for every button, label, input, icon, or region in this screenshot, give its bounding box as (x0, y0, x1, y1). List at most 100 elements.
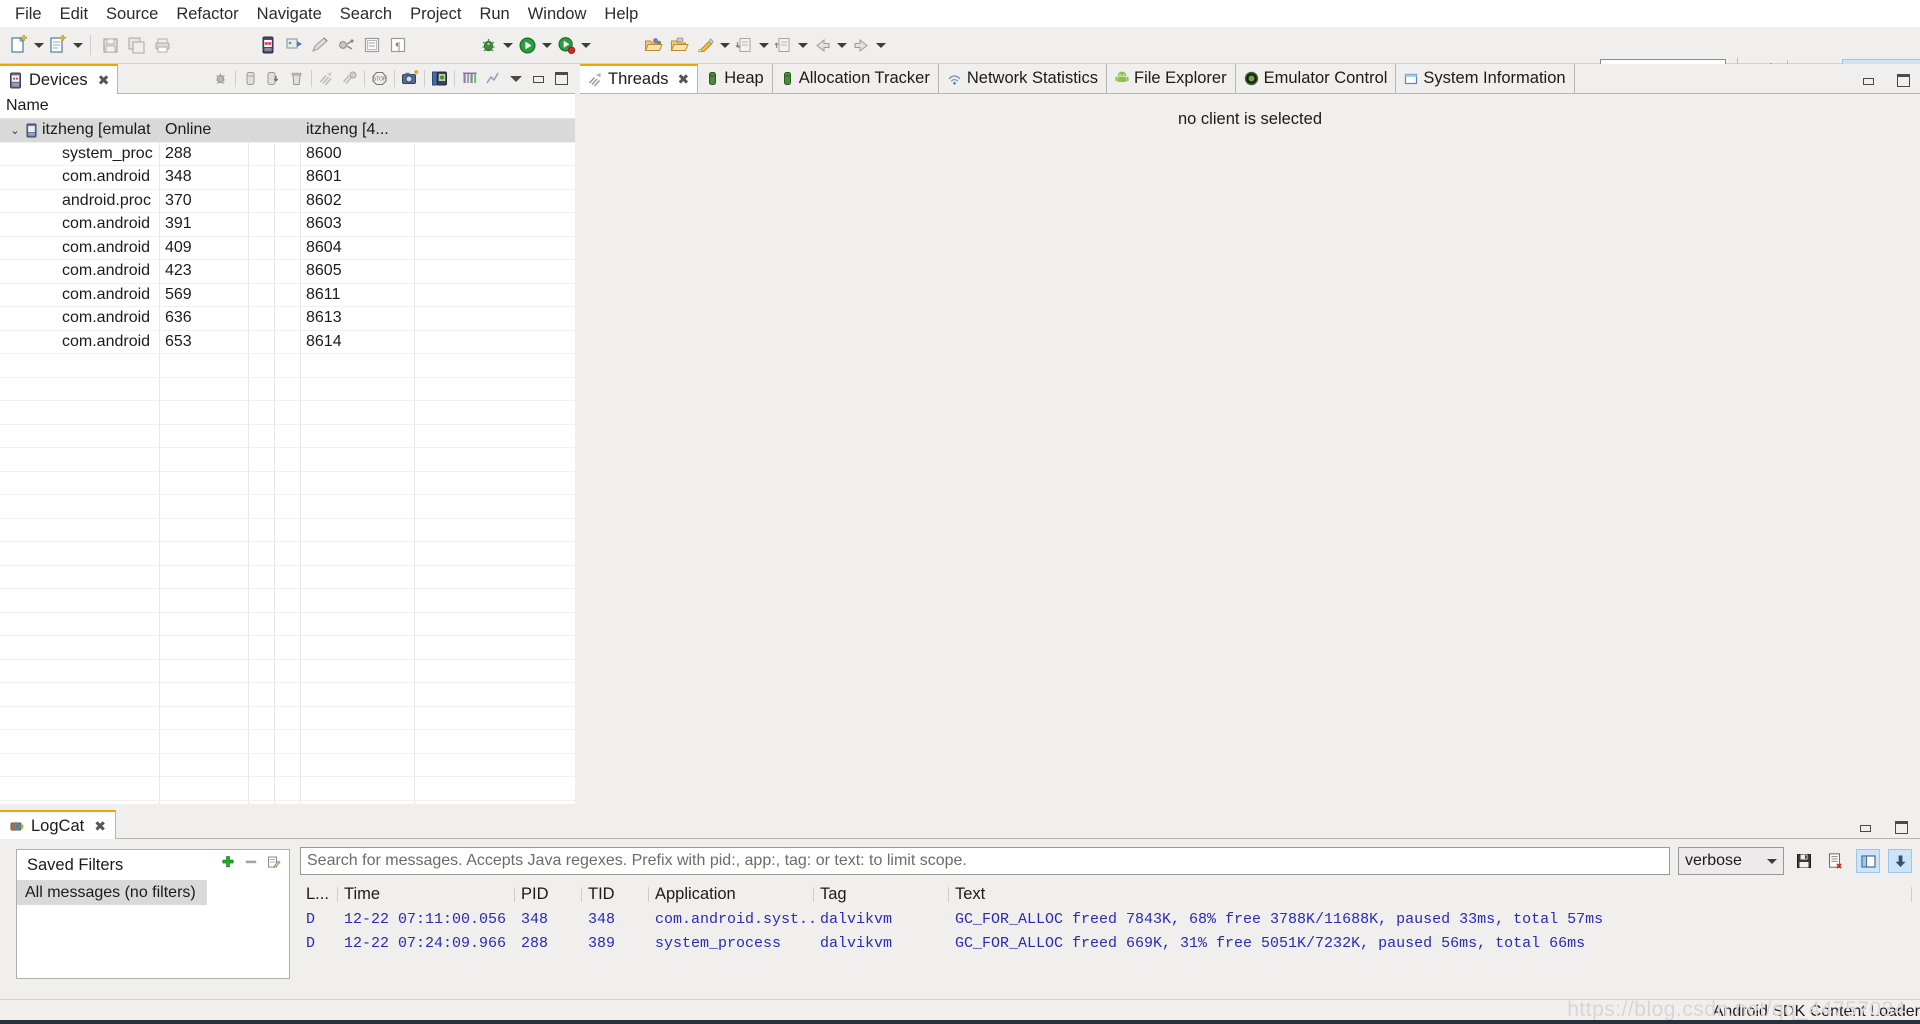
process-name: com.android (62, 238, 151, 256)
minimize-icon[interactable] (1855, 67, 1881, 93)
tab-system-information[interactable]: System Information (1396, 64, 1575, 93)
open-resource-icon[interactable] (666, 32, 692, 58)
screen-capture-icon[interactable] (398, 67, 421, 91)
add-filter-icon[interactable] (221, 855, 235, 869)
log-table[interactable]: L... Time PID TID Application Tag Text D… (300, 881, 1912, 1001)
view-menu-icon[interactable] (504, 67, 527, 91)
column-header-tag[interactable]: Tag (814, 885, 949, 904)
back-dropdown[interactable] (835, 33, 848, 57)
table-row[interactable]: com.android 636 8613 (0, 307, 575, 331)
table-row[interactable]: com.android 409 8604 (0, 237, 575, 260)
log-time: 12-22 07:24:09.966 (344, 934, 507, 952)
devices-tree[interactable]: ⌄ itzheng [emulat Online itzheng [4... s… (0, 119, 575, 805)
column-header-tid[interactable]: TID (582, 885, 649, 904)
table-row[interactable]: D 12-22 07:24:09.966 288 389 system_proc… (300, 931, 1912, 955)
close-icon[interactable]: ✖ (98, 72, 110, 89)
tab-threads[interactable]: Threads ✖ (580, 64, 699, 93)
toggle-markers-icon (359, 32, 385, 58)
tab-logcat[interactable]: LogCat ✖ (0, 810, 116, 840)
scroll-lock-icon[interactable] (1888, 849, 1912, 873)
reset-adb-icon[interactable] (481, 67, 504, 91)
open-type-icon[interactable] (640, 32, 666, 58)
edit-filter-icon[interactable] (267, 855, 281, 869)
table-row[interactable]: D 12-22 07:11:00.056 348 348 com.android… (300, 907, 1912, 931)
android-avd-manager-icon[interactable] (281, 32, 307, 58)
debug-process-icon (209, 67, 232, 91)
menu-project[interactable]: Project (401, 2, 470, 26)
search-input[interactable]: Search for messages. Accepts Java regexe… (300, 847, 1670, 875)
table-row[interactable]: com.android 348 8601 (0, 166, 575, 190)
log-tid: 348 (588, 910, 616, 928)
tab-emulator-control[interactable]: Emulator Control (1235, 64, 1397, 93)
android-sdk-manager-icon[interactable] (255, 32, 281, 58)
table-row[interactable]: com.android 653 8614 (0, 331, 575, 354)
new-file-icon[interactable] (6, 32, 32, 58)
tab-file-explorer[interactable]: File Explorer (1106, 64, 1236, 93)
tab-allocation-tracker[interactable]: Allocation Tracker (772, 64, 939, 93)
column-header-application[interactable]: Application (649, 885, 814, 904)
column-header-text[interactable]: Text (949, 885, 1912, 904)
tab-devices[interactable]: Devices ✖ (0, 64, 119, 95)
new-wizard-dropdown[interactable] (71, 33, 84, 57)
devices-toolbar: STOP (209, 66, 573, 91)
new-wizard-icon[interactable] (45, 32, 71, 58)
remove-filter-icon[interactable] (244, 855, 258, 869)
close-icon[interactable]: ✖ (678, 71, 690, 88)
menu-window[interactable]: Window (519, 2, 596, 26)
menu-navigate[interactable]: Navigate (248, 2, 331, 26)
search-dropdown[interactable] (718, 33, 731, 57)
table-row[interactable]: system_proc 288 8600 (0, 143, 575, 166)
device-screenshot-icon[interactable] (428, 67, 451, 91)
run-dropdown[interactable] (540, 33, 553, 57)
table-row[interactable]: ⌄ itzheng [emulat Online itzheng [4... (0, 119, 575, 143)
menu-help[interactable]: Help (595, 2, 647, 26)
table-row[interactable]: android.proc 370 8602 (0, 190, 575, 213)
column-header-pid[interactable]: PID (515, 885, 582, 904)
forward-dropdown[interactable] (874, 33, 887, 57)
system-information-icon[interactable] (458, 67, 481, 91)
menu-run[interactable]: Run (470, 2, 518, 26)
stop-process-icon[interactable]: STOP (368, 67, 391, 91)
column-header-name[interactable]: Name (0, 97, 159, 115)
maximize-icon[interactable] (550, 67, 573, 91)
next-annotation-dropdown[interactable] (757, 33, 770, 57)
maximize-icon[interactable] (1890, 67, 1916, 93)
close-icon[interactable]: ✖ (94, 818, 106, 835)
minimize-icon[interactable] (527, 67, 550, 91)
table-row-empty (0, 495, 575, 519)
save-log-icon[interactable] (1792, 849, 1816, 873)
menu-source[interactable]: Source (97, 2, 167, 26)
new-file-dropdown[interactable] (32, 33, 45, 57)
run-coverage-icon[interactable] (553, 32, 579, 58)
cause-gc-icon (285, 67, 308, 91)
search-icon[interactable] (692, 32, 718, 58)
menu-edit[interactable]: Edit (51, 2, 97, 26)
minimize-icon[interactable] (1852, 814, 1878, 840)
list-item[interactable]: All messages (no filters) (17, 880, 207, 905)
run-icon[interactable] (514, 32, 540, 58)
display-saved-filters-icon[interactable] (1856, 849, 1880, 873)
table-row[interactable]: com.android 391 8603 (0, 213, 575, 237)
expander-icon[interactable]: ⌄ (8, 124, 22, 137)
menu-file[interactable]: File (6, 2, 51, 26)
run-lint-icon (333, 32, 359, 58)
empty-state-message: no client is selected (1178, 110, 1322, 128)
tab-network-statistics[interactable]: Network Statistics (938, 64, 1107, 93)
process-port: 8604 (306, 238, 342, 256)
menu-refactor[interactable]: Refactor (167, 2, 247, 26)
table-row[interactable]: com.android 423 8605 (0, 260, 575, 284)
table-row[interactable]: com.android 569 8611 (0, 284, 575, 307)
log-level-select[interactable]: verbose (1678, 847, 1784, 875)
maximize-icon[interactable] (1888, 814, 1914, 840)
previous-annotation-dropdown[interactable] (796, 33, 809, 57)
tab-heap[interactable]: Heap (698, 64, 773, 93)
run-coverage-dropdown[interactable] (579, 33, 592, 57)
debug-dropdown[interactable] (501, 33, 514, 57)
debug-icon[interactable] (475, 32, 501, 58)
table-row-empty (0, 589, 575, 613)
menu-search[interactable]: Search (331, 2, 401, 26)
column-header-time[interactable]: Time (338, 885, 515, 904)
process-name: system_proc (62, 144, 153, 162)
column-header-level[interactable]: L... (300, 885, 338, 904)
clear-log-icon[interactable] (1824, 849, 1848, 873)
